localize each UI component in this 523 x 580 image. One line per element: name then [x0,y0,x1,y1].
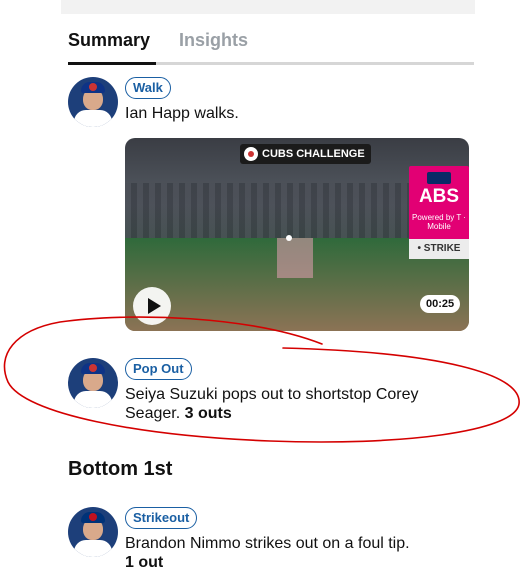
play-text: Brandon Nimmo strikes out on a foul tip. [125,535,410,552]
play-result-badge[interactable]: Pop Out [125,358,192,380]
mlb-logo-icon [427,172,451,184]
cubs-logo-icon [89,364,97,372]
rangers-logo-icon [89,513,97,521]
jersey-shape [74,540,112,557]
play-icon[interactable] [133,287,171,325]
abs-title: ABS [418,186,460,207]
challenge-tag: CUBS CHALLENGE [240,144,371,164]
baseball [286,235,292,241]
tab-active-indicator [68,62,156,65]
inning-heading: Bottom 1st [68,458,173,480]
top-panel [61,0,475,14]
tab-summary[interactable]: Summary [68,30,150,51]
abs-strike-call: • STRIKE [409,239,469,259]
play-text: Seiya Suzuki pops out to shortstop Corey… [125,386,419,422]
abs-sponsor: Powered by T · Mobile [412,213,466,231]
video-player[interactable]: CUBS CHALLENGE ABS Powered by T · Mobile… [125,138,469,331]
play-result-badge[interactable]: Walk [125,77,171,99]
avatar [68,358,118,408]
tab-insights[interactable]: Insights [179,30,248,51]
challenge-tag-text: CUBS CHALLENGE [262,148,365,160]
play-description: Brandon Nimmo strikes out on a foul tip.… [125,534,475,572]
play-description: Ian Happ walks. [125,104,475,123]
play-description: Seiya Suzuki pops out to shortstop Corey… [125,385,475,423]
play-result-badge[interactable]: Strikeout [125,507,198,529]
tab-bar: Summary Insights [68,30,474,66]
strike-zone [277,238,313,278]
avatar [68,507,118,557]
play-text: Ian Happ walks. [125,105,239,122]
cubs-logo-icon [89,83,97,91]
outs-count: 3 outs [184,405,232,422]
outs-count: 1 out [125,554,164,571]
avatar [68,77,118,127]
jersey-shape [74,110,112,127]
video-duration: 00:25 [420,295,461,313]
cubs-logo-icon [244,147,258,161]
jersey-shape [74,391,112,408]
